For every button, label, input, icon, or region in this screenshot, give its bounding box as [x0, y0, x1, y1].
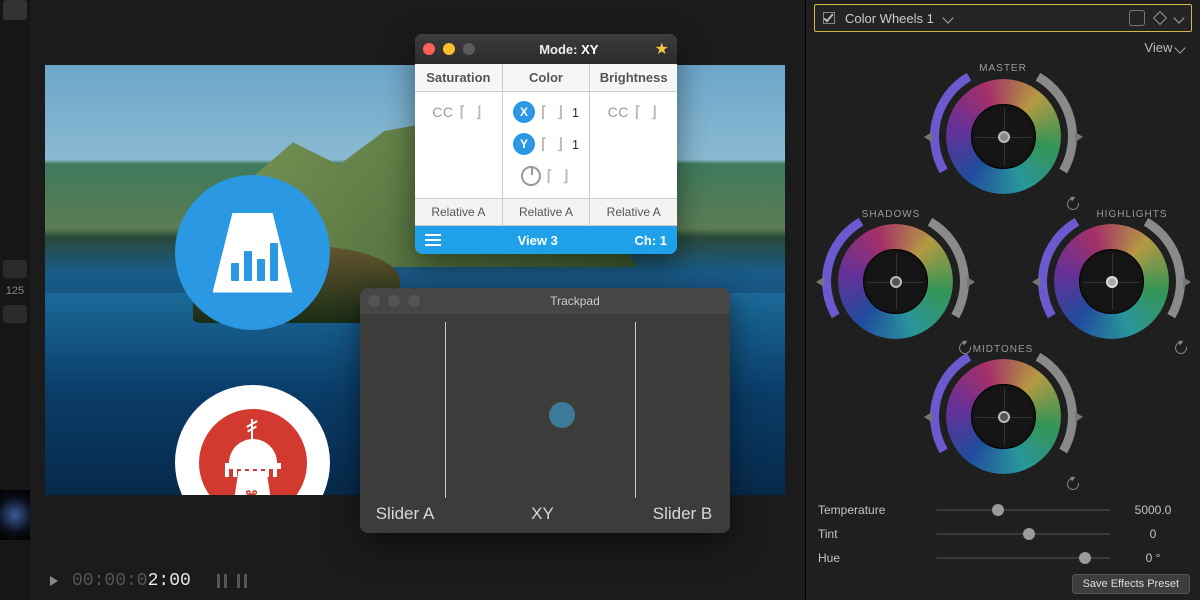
selector-icon[interactable]: ⌈ ⌋ — [460, 103, 485, 121]
nudge-right-icon[interactable] — [967, 277, 975, 287]
param-hue[interactable]: Hue 0 ° — [818, 546, 1188, 570]
color-inspector: Color Wheels 1 View MASTER SHADOWS HIGHL… — [805, 0, 1200, 600]
column-saturation[interactable]: Saturation — [415, 64, 503, 92]
cc-label: CC — [608, 104, 629, 120]
selector-icon[interactable]: ⌈ ⌋ — [541, 103, 566, 121]
mode-saturation[interactable]: Relative A — [415, 199, 503, 226]
power-icon[interactable] — [521, 166, 541, 186]
slider-thumb[interactable] — [1079, 552, 1091, 564]
window-titlebar[interactable]: Mode: XY ★ — [415, 34, 677, 64]
sidebar-item[interactable] — [3, 260, 27, 278]
saturation-cell: CC ⌈ ⌋ — [415, 92, 503, 198]
reset-icon[interactable] — [1066, 477, 1080, 491]
xy-cursor[interactable] — [549, 402, 575, 428]
selector-icon[interactable]: ⌈ ⌋ — [541, 135, 566, 153]
play-icon[interactable] — [50, 576, 58, 586]
nudge-right-icon[interactable] — [1183, 277, 1191, 287]
cc-label: CC — [432, 104, 453, 120]
mode-color[interactable]: Relative A — [503, 199, 591, 226]
window-titlebar[interactable]: Trackpad — [360, 288, 730, 314]
midi-mode-window: Mode: XY ★ Saturation Color Brightness C… — [415, 34, 677, 254]
close-icon[interactable] — [423, 43, 435, 55]
chevron-down-icon[interactable] — [1173, 12, 1184, 23]
nudge-right-icon[interactable] — [1075, 132, 1083, 142]
sidebar-clip-thumb[interactable] — [0, 490, 30, 540]
reset-icon[interactable] — [1066, 197, 1080, 211]
minimize-icon[interactable] — [388, 295, 400, 307]
keyframe-icon[interactable] — [1153, 11, 1167, 25]
slider-track — [936, 557, 1110, 559]
slider-track — [936, 509, 1110, 511]
chevron-down-icon — [1174, 42, 1185, 53]
chevron-down-icon[interactable] — [942, 12, 953, 23]
view-menu[interactable]: View — [806, 32, 1200, 59]
nudge-right-icon[interactable] — [1075, 412, 1083, 422]
color-cell: X⌈ ⌋1 Y⌈ ⌋1 ⌈ ⌋ — [503, 92, 591, 198]
channel-indicator[interactable]: Ch: 1 — [635, 233, 668, 248]
trackpad-window: Trackpad Slider A XY Slider B — [360, 288, 730, 533]
command-icon: ⌘ — [245, 488, 259, 496]
status-bar: View 3 Ch: 1 — [415, 226, 677, 254]
selector-icon[interactable]: ⌈ ⌋ — [547, 167, 572, 185]
color-wheel-shadows[interactable] — [838, 224, 953, 339]
color-wheel-highlights[interactable] — [1054, 224, 1169, 339]
effect-title: Color Wheels 1 — [845, 11, 934, 26]
param-value[interactable]: 0 — [1118, 527, 1188, 541]
slider-a-label: Slider A — [360, 504, 450, 533]
param-value[interactable]: 5000.0 — [1118, 503, 1188, 517]
param-temperature[interactable]: Temperature 5000.0 — [818, 498, 1188, 522]
nudge-left-icon[interactable] — [1032, 277, 1040, 287]
nudge-left-icon[interactable] — [924, 412, 932, 422]
enable-checkbox[interactable] — [823, 12, 835, 24]
slider-thumb[interactable] — [992, 504, 1004, 516]
color-wheel-master[interactable] — [946, 79, 1061, 194]
param-tint[interactable]: Tint 0 — [818, 522, 1188, 546]
divider — [445, 322, 446, 498]
color-params: Temperature 5000.0 Tint 0 Hue 0 ° — [818, 498, 1188, 570]
divider — [635, 322, 636, 498]
slider-b-label: Slider B — [635, 504, 730, 533]
value-1: 1 — [572, 105, 579, 120]
slider-track — [936, 533, 1110, 535]
column-color[interactable]: Color — [503, 64, 591, 92]
app-icon-midi — [175, 175, 330, 330]
left-sidebar: 125 — [0, 0, 30, 600]
param-value[interactable]: 0 ° — [1118, 551, 1188, 565]
mode-brightness[interactable]: Relative A — [590, 199, 677, 226]
x-badge[interactable]: X — [513, 101, 535, 123]
mask-icon[interactable] — [1129, 10, 1145, 26]
save-effects-preset-button[interactable]: Save Effects Preset — [1072, 574, 1190, 594]
nudge-left-icon[interactable] — [816, 277, 824, 287]
y-badge[interactable]: Y — [513, 133, 535, 155]
transport-bar: 00:00:02:00 — [50, 570, 247, 592]
sidebar-thumb[interactable] — [3, 0, 27, 20]
sidebar-count: 125 — [0, 285, 30, 297]
value-1: 1 — [572, 137, 579, 152]
window-title: Mode: XY — [483, 42, 655, 57]
audio-meters-icon — [217, 574, 247, 588]
minimize-icon[interactable] — [443, 43, 455, 55]
view-indicator[interactable]: View 3 — [441, 233, 635, 248]
column-brightness[interactable]: Brightness — [590, 64, 677, 92]
xy-label: XY — [450, 504, 635, 533]
color-wheel-midtones[interactable] — [946, 359, 1061, 474]
effect-header[interactable]: Color Wheels 1 — [814, 4, 1192, 32]
selector-icon[interactable]: ⌈ ⌋ — [635, 103, 660, 121]
star-icon[interactable]: ★ — [655, 39, 669, 59]
menu-icon[interactable] — [425, 234, 441, 246]
param-label: Tint — [818, 527, 928, 541]
window-title: Trackpad — [428, 294, 722, 308]
brightness-cell: CC ⌈ ⌋ — [590, 92, 677, 198]
param-label: Hue — [818, 551, 928, 565]
close-icon[interactable] — [368, 295, 380, 307]
sidebar-item[interactable] — [3, 305, 27, 323]
timecode: 00:00:02:00 — [72, 571, 191, 591]
slider-thumb[interactable] — [1023, 528, 1035, 540]
zoom-icon[interactable] — [463, 43, 475, 55]
trackpad-surface[interactable] — [360, 314, 730, 504]
nudge-left-icon[interactable] — [924, 132, 932, 142]
zoom-icon[interactable] — [408, 295, 420, 307]
param-label: Temperature — [818, 503, 928, 517]
